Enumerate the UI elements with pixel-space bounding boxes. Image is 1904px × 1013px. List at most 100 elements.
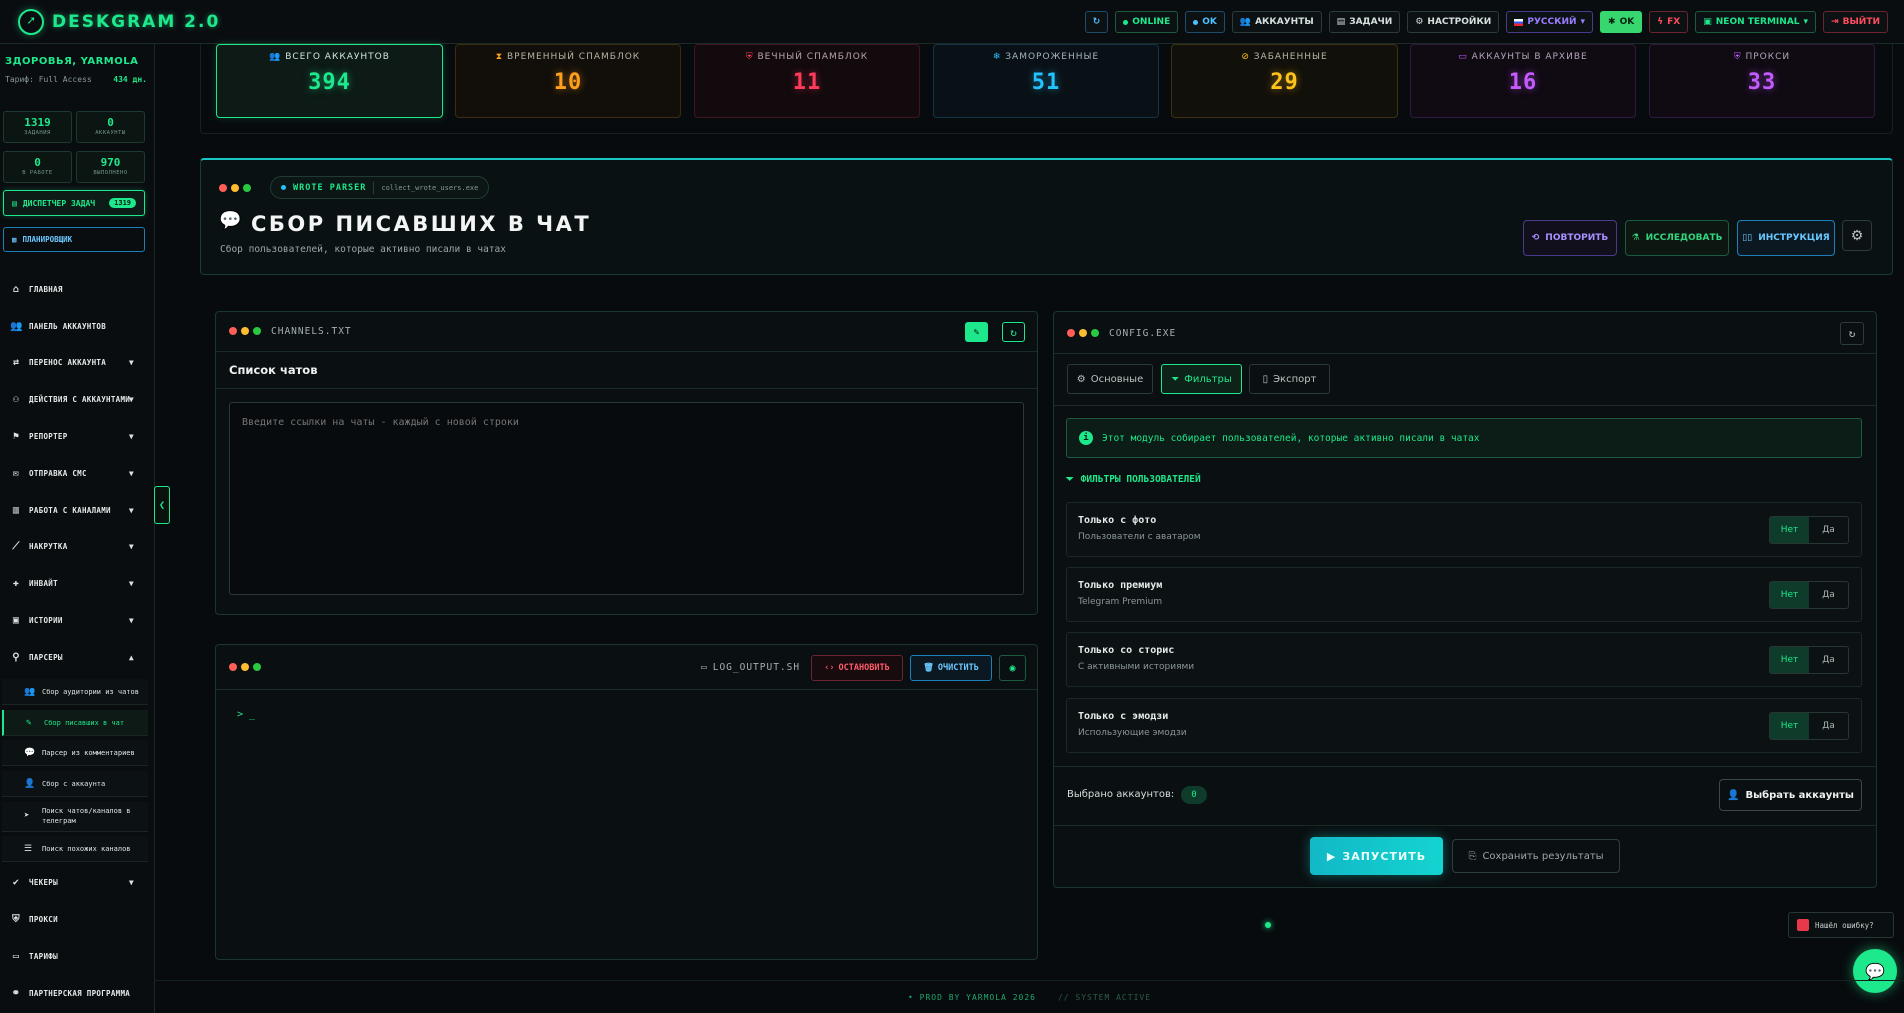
sidebar-item-checkers[interactable]: ✔ ЧЕКЕРЫ ▼ bbox=[0, 869, 154, 895]
theme-select[interactable]: ▣ NEON TERMINAL ▾ bbox=[1695, 11, 1817, 33]
run-button[interactable]: ▶ ЗАПУСТИТЬ bbox=[1310, 837, 1443, 875]
save-results-button[interactable]: ⎘ Сохранить результаты bbox=[1452, 839, 1620, 873]
filter-emoji-toggle[interactable]: Нет Да bbox=[1769, 712, 1849, 740]
caret-down-icon: ▼ bbox=[128, 578, 134, 588]
stat-card-archive[interactable]: ▭ АККАУНТЫ В АРХИВЕ 16 bbox=[1410, 44, 1636, 118]
stop-button[interactable]: ‹› ОСТАНОВИТЬ bbox=[811, 655, 903, 681]
stat-card-banned[interactable]: ⊘ ЗАБАНЕННЫЕ 29 bbox=[1171, 44, 1398, 118]
stat-accounts[interactable]: 0 АККАУНТЫ bbox=[76, 111, 145, 143]
users-icon: 👥 bbox=[1239, 17, 1252, 27]
sidebar-item-channels[interactable]: ▥ РАБОТА С КАНАЛАМИ ▼ bbox=[0, 497, 154, 523]
research-button[interactable]: ⚗ ИССЛЕДОВАТЬ bbox=[1625, 220, 1729, 256]
sidebar-item-accounts-panel[interactable]: 👥 ПАНЕЛЬ АККАУНТОВ bbox=[0, 313, 154, 339]
instruction-button[interactable]: ▯▯ ИНСТРУКЦИЯ bbox=[1737, 220, 1835, 256]
no-option[interactable]: Нет bbox=[1770, 713, 1809, 739]
tab-main[interactable]: ⚙ Основные bbox=[1067, 364, 1153, 394]
accounts-button[interactable]: 👥 АККАУНТЫ bbox=[1231, 11, 1322, 33]
filter-premium-toggle[interactable]: Нет Да bbox=[1769, 581, 1849, 609]
yes-option[interactable]: Да bbox=[1809, 713, 1848, 739]
no-option[interactable]: Нет bbox=[1770, 517, 1809, 543]
filters-heading: ⏷ ФИЛЬТРЫ ПОЛЬЗОВАТЕЛЕЙ bbox=[1066, 474, 1201, 485]
view-toggle-button[interactable]: ◉ bbox=[999, 655, 1026, 681]
filter-photo-toggle[interactable]: Нет Да bbox=[1769, 516, 1849, 544]
refresh-button[interactable]: ↻ bbox=[1084, 11, 1109, 33]
user-transfer-icon: ⇄ bbox=[12, 356, 20, 368]
clear-button[interactable]: 🗑 ОЧИСТИТЬ bbox=[910, 655, 992, 681]
footer-credit: • PROD BY YARMOLA 2026 bbox=[907, 992, 1036, 1002]
choose-accounts-button[interactable]: 👤 Выбрать аккаунты bbox=[1719, 779, 1862, 811]
chevron-down-icon: ▾ bbox=[1803, 17, 1809, 27]
sidebar-item-reporter[interactable]: ⚑ РЕПОРТЕР ▼ bbox=[0, 423, 154, 449]
settings-button[interactable]: ⚙ bbox=[1842, 220, 1872, 251]
repeat-button[interactable]: ⟲ ПОВТОРИТЬ bbox=[1523, 220, 1617, 256]
caret-down-icon: ▼ bbox=[128, 877, 134, 887]
chart-line-icon: ⟋ bbox=[12, 540, 20, 552]
settings-button[interactable]: ⚙ НАСТРОЙКИ bbox=[1407, 11, 1500, 33]
ok-button[interactable]: ✱ OK bbox=[1600, 11, 1643, 33]
edit-icon: ✎ bbox=[973, 326, 980, 338]
tasks-button[interactable]: ▤ ЗАДАЧИ bbox=[1328, 11, 1401, 33]
edit-button[interactable]: ✎ bbox=[965, 322, 988, 342]
caret-down-icon: ▼ bbox=[128, 541, 134, 551]
no-option[interactable]: Нет bbox=[1770, 582, 1809, 608]
yes-option[interactable]: Да bbox=[1809, 647, 1848, 673]
sidebar-item-partner[interactable]: ⚭ ПАРТНЕРСКАЯ ПРОГРАММА bbox=[0, 980, 154, 1006]
sidebar-collapse-button[interactable]: ❮ bbox=[154, 486, 170, 524]
sidebar-item-transfer[interactable]: ⇄ ПЕРЕНОС АККАУНТА ▼ bbox=[0, 349, 154, 375]
report-bug-button[interactable]: Нашёл ошибку? bbox=[1788, 912, 1894, 938]
book-icon: ▯▯ bbox=[1742, 233, 1753, 243]
config-panel: CONFIG.EXE ↻ ⚙ Основные ⏷ Фильтры ▯ Экспорт… bbox=[1053, 311, 1877, 888]
snowflake-icon: ❄ bbox=[992, 52, 1002, 62]
chat-icon: 💬 bbox=[219, 210, 242, 231]
sidebar-item-actions[interactable]: ⚇ ДЕЙСТВИЯ С АККАУНТАМИ ▼ bbox=[0, 386, 154, 412]
language-select[interactable]: РУССКИЙ ▾ bbox=[1506, 11, 1594, 33]
sidebar-item-invite[interactable]: ✚ ИНВАЙТ ▼ bbox=[0, 570, 154, 596]
logout-button[interactable]: ⇥ ВЫЙТИ bbox=[1823, 11, 1888, 33]
module-tag: WROTE PARSER collect_wrote_users.exe bbox=[270, 176, 490, 199]
stat-card-eternal-spamblock[interactable]: ⛨ ВЕЧНЫЙ СПАМБЛОК 11 bbox=[694, 44, 920, 118]
yes-option[interactable]: Да bbox=[1809, 582, 1848, 608]
sidebar-item-tariffs[interactable]: ▭ ТАРИФЫ bbox=[0, 943, 154, 969]
no-option[interactable]: Нет bbox=[1770, 647, 1809, 673]
tab-filters[interactable]: ⏷ Фильтры bbox=[1161, 364, 1242, 394]
stat-in-progress[interactable]: 0В РАБОТЕ bbox=[3, 151, 72, 183]
sidebar-item-stories[interactable]: ▣ ИСТОРИИ ▼ bbox=[0, 607, 154, 633]
stat-tasks[interactable]: 1319 ЗАДАНИЯ bbox=[3, 111, 72, 143]
stat-card-proxy[interactable]: ⛨ ПРОКСИ 33 bbox=[1649, 44, 1875, 118]
stat-card-total[interactable]: 👥 ВСЕГО АККАУНТОВ 394 bbox=[216, 44, 443, 118]
channels-panel: CHANNELS.TXT ✎ ↻ Список чатов bbox=[215, 311, 1038, 615]
sidebar-subitem-audience[interactable]: 👥 Сбор аудитории из чатов bbox=[2, 679, 148, 705]
chats-input[interactable] bbox=[229, 402, 1024, 595]
window-controls bbox=[1067, 329, 1099, 337]
clipboard-icon: ▤ bbox=[12, 198, 17, 208]
sidebar-subitem-search[interactable]: ➤ Поиск чатов/каналов в телеграм bbox=[2, 802, 148, 832]
sidebar-subitem-similar[interactable]: ☰ Поиск похожих каналов bbox=[2, 836, 148, 862]
sidebar-item-parsers[interactable]: ⚲ ПАРСЕРЫ ▲ bbox=[0, 644, 154, 670]
sidebar-subitem-account[interactable]: 👤 Сбор с аккаунта bbox=[2, 771, 148, 797]
tab-export[interactable]: ▯ Экспорт bbox=[1249, 364, 1330, 394]
sidebar-item-sms[interactable]: ✉ ОТПРАВКА СМС ▼ bbox=[0, 460, 154, 486]
sidebar-item-home[interactable]: ⌂ ГЛАВНАЯ bbox=[0, 276, 154, 302]
sidebar-subitem-comments[interactable]: 💬 Парсер из комментариев bbox=[2, 740, 148, 766]
fx-toggle[interactable]: ϟ FX bbox=[1649, 11, 1689, 33]
sidebar-item-boost[interactable]: ⟋ НАКРУТКА ▼ bbox=[0, 533, 154, 559]
reload-config-button[interactable]: ↻ bbox=[1840, 322, 1864, 345]
planner-button[interactable]: ▦ ПЛАНИРОВЩИК bbox=[3, 227, 145, 252]
sidebar-subitem-wrote[interactable]: ✎ Сбор писавших в чат bbox=[2, 710, 148, 736]
flag-icon bbox=[1514, 18, 1524, 26]
stat-card-frozen[interactable]: ❄ ЗАМОРОЖЕННЫЕ 51 bbox=[933, 44, 1159, 118]
filter-stories-toggle[interactable]: Нет Да bbox=[1769, 646, 1849, 674]
hourglass-icon: ⧗ bbox=[495, 52, 504, 62]
sidebar-item-proxy[interactable]: ⛨ ПРОКСИ bbox=[0, 906, 154, 932]
stat-done[interactable]: 970 ВЫПОЛНЕНО bbox=[76, 151, 145, 183]
stat-card-temp-spamblock[interactable]: ⧗ ВРЕМЕННЫЙ СПАМБЛОК 10 bbox=[455, 44, 681, 118]
check-circle-icon: ✔ bbox=[12, 876, 20, 888]
task-dispatcher-button[interactable]: ▤ ДИСПЕТЧЕР ЗАДАЧ 1319 bbox=[3, 190, 145, 216]
caret-down-icon: ▼ bbox=[128, 357, 134, 367]
reload-button[interactable]: ↻ bbox=[1002, 322, 1025, 342]
chats-section-title: Список чатов bbox=[229, 363, 318, 377]
yes-option[interactable]: Да bbox=[1809, 517, 1848, 543]
logo[interactable]: ➚ DESKGRAM 2.0 bbox=[18, 8, 220, 35]
chat-icon: 💬 bbox=[1865, 961, 1885, 981]
stop-icon: ‹› bbox=[824, 663, 835, 673]
